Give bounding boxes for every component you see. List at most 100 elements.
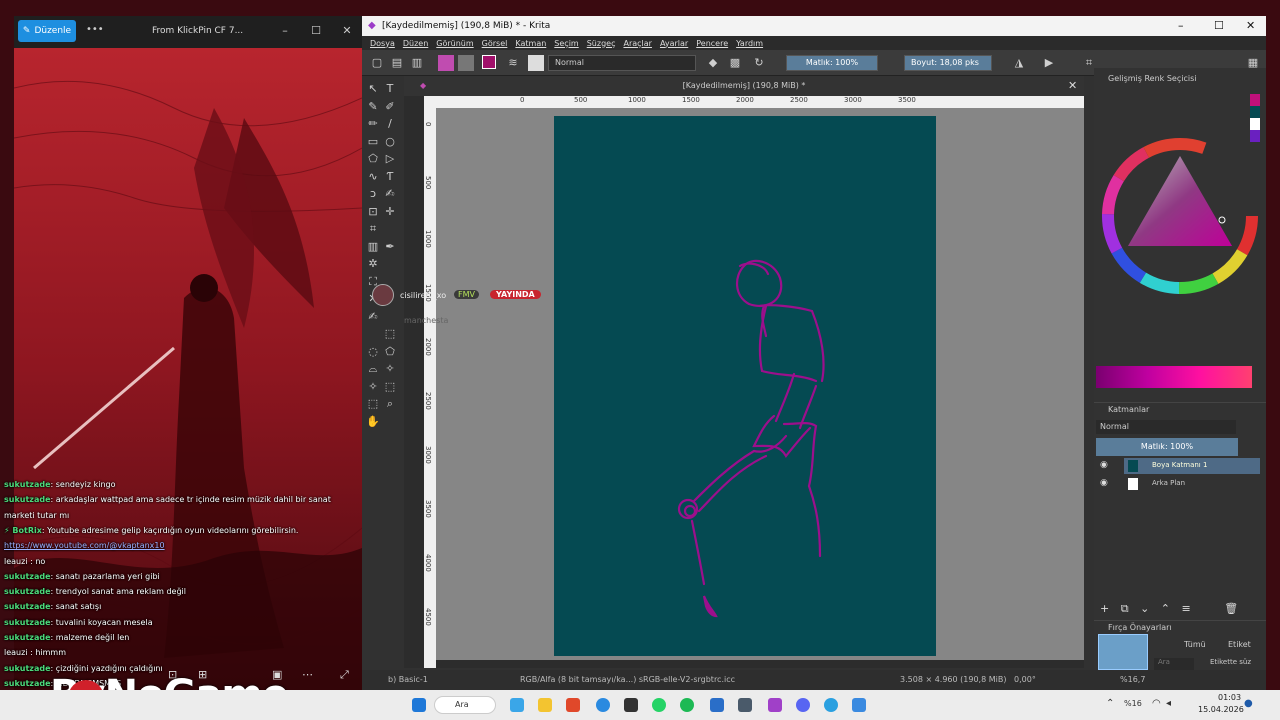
preset-filter-select[interactable]: Tümü <box>1184 640 1206 649</box>
reference-icon[interactable]: ✍ <box>366 310 380 324</box>
contiguous-select-icon[interactable]: ✧ <box>383 362 397 376</box>
zoom-icon[interactable]: ⌕ <box>383 397 397 411</box>
smart-patch-icon[interactable]: ✲ <box>366 257 380 271</box>
select-shape-icon[interactable]: ↖ <box>366 82 380 96</box>
clock-time[interactable]: 01:03 <box>1218 693 1241 702</box>
gradient-swatch[interactable] <box>438 55 454 71</box>
blend-mode-select[interactable]: Normal <box>548 55 696 71</box>
spotify-icon[interactable] <box>680 698 694 712</box>
visibility-icon[interactable]: ◉ <box>1100 478 1108 488</box>
preset-search-input[interactable]: Ara <box>1154 658 1194 670</box>
bezier-path-icon[interactable]: ∿ <box>366 170 380 184</box>
mirror-vertical-icon[interactable]: ▶ <box>1042 56 1056 70</box>
open-document-icon[interactable]: ▤ <box>390 56 404 70</box>
brush-preset-icon[interactable] <box>528 55 544 71</box>
visibility-icon[interactable]: ◉ <box>1100 460 1108 470</box>
new-document-icon[interactable]: ▢ <box>370 56 384 70</box>
rectangle-icon[interactable]: ▭ <box>366 135 380 149</box>
menu-item[interactable]: Ayarlar <box>660 39 688 48</box>
close-button[interactable]: ✕ <box>340 24 354 38</box>
menu-item[interactable]: Görsel <box>482 39 508 48</box>
explorer-icon[interactable] <box>538 698 552 712</box>
mail-icon[interactable] <box>710 698 724 712</box>
polygon-select-icon[interactable]: ⬠ <box>383 345 397 359</box>
opacity-slider[interactable]: Matlık: 100% <box>786 55 878 71</box>
alpha-lock-icon[interactable]: ▩ <box>728 56 742 70</box>
store-icon[interactable] <box>624 698 638 712</box>
search-box[interactable]: Ara <box>434 696 496 714</box>
photos-taskbar-icon[interactable] <box>852 698 866 712</box>
layer-blend-select[interactable]: Normal <box>1096 420 1236 434</box>
menu-item[interactable]: Dosya <box>370 39 395 48</box>
tray-chevron-icon[interactable]: ⌃ <box>1106 698 1114 709</box>
magnetic-select-icon[interactable]: ⬚ <box>366 397 380 411</box>
move-down-icon[interactable]: ⌄ <box>1140 602 1149 615</box>
save-icon[interactable]: ▥ <box>410 56 424 70</box>
menu-item[interactable]: Süzgeç <box>587 39 616 48</box>
rect-select-icon[interactable]: ⬚ <box>383 327 397 341</box>
pan-icon[interactable]: ✋ <box>366 415 380 429</box>
pattern-swatch[interactable] <box>458 55 474 71</box>
chrome-icon[interactable] <box>596 698 610 712</box>
wifi-icon[interactable]: ◠ <box>1152 698 1161 709</box>
maximize-button[interactable]: ☐ <box>309 24 323 38</box>
chat-link[interactable]: https://www.youtube.com/@vkaptanx10 <box>4 541 165 550</box>
move-up-icon[interactable]: ⌃ <box>1161 602 1170 615</box>
eraser-icon[interactable]: ◆ <box>706 56 720 70</box>
drawing-page[interactable] <box>554 116 936 656</box>
mirror-horizontal-icon[interactable]: ◮ <box>1012 56 1026 70</box>
menu-item[interactable]: Seçim <box>554 39 578 48</box>
duplicate-layer-icon[interactable]: ⧉ <box>1121 602 1129 615</box>
krita-minimize-button[interactable]: – <box>1178 19 1184 32</box>
start-icon[interactable] <box>412 698 426 712</box>
ellipse-icon[interactable]: ○ <box>383 135 397 149</box>
volume-icon[interactable]: ◂ <box>1166 698 1171 709</box>
polygon-icon[interactable]: ⬠ <box>366 152 380 166</box>
menu-item[interactable]: Katman <box>515 39 546 48</box>
menu-item[interactable]: Pencere <box>696 39 728 48</box>
dynamic-brush-icon[interactable]: ↄ <box>366 187 380 201</box>
layer-opacity-slider[interactable]: Matlık: 100% <box>1096 438 1238 456</box>
foreground-color[interactable] <box>482 55 496 69</box>
preset-tag-button[interactable]: Etiket <box>1228 640 1251 649</box>
widgets-icon[interactable] <box>510 698 524 712</box>
layer-row[interactable]: ◉ Arka Plan <box>1100 476 1260 492</box>
more-options-button[interactable]: ••• <box>86 24 104 35</box>
move-icon[interactable]: ✛ <box>383 205 397 219</box>
discord-icon[interactable] <box>796 698 810 712</box>
brush-size-slider[interactable]: Boyut: 18,08 pks <box>904 55 992 71</box>
delete-layer-icon[interactable]: 🗑 <box>1224 602 1238 615</box>
canvas-viewport[interactable] <box>436 108 1084 660</box>
app-icon[interactable] <box>738 698 752 712</box>
bezier-select-icon[interactable]: ⬚ <box>383 380 397 394</box>
document-close-icon[interactable]: ✕ <box>1068 76 1077 96</box>
menu-item[interactable]: Düzen <box>403 39 428 48</box>
krita-taskbar-icon[interactable] <box>768 698 782 712</box>
edit-button[interactable]: ✎ Düzenle <box>18 20 76 42</box>
menu-item[interactable]: Yardım <box>736 39 763 48</box>
brush-preset-thumbnail[interactable] <box>1098 634 1148 670</box>
layer-properties-icon[interactable]: ≡ <box>1182 602 1191 615</box>
krita-maximize-button[interactable]: ☐ <box>1214 19 1224 32</box>
similar-select-icon[interactable]: ✧ <box>366 380 380 394</box>
minimize-button[interactable]: – <box>278 24 292 38</box>
freehand-brush-icon[interactable]: ✏ <box>366 117 380 131</box>
menu-item[interactable]: Görünüm <box>436 39 473 48</box>
reload-preset-icon[interactable]: ↻ <box>752 56 766 70</box>
crop-icon[interactable]: ⌗ <box>366 222 380 236</box>
freehand-select-icon[interactable]: ⌓ <box>366 362 380 376</box>
battery-status[interactable]: %16 <box>1124 699 1142 708</box>
fullscreen-icon[interactable]: ⤢ <box>340 668 349 682</box>
krita-close-button[interactable]: ✕ <box>1246 19 1255 32</box>
color-picker-icon[interactable]: ✒ <box>383 240 397 254</box>
color-wheel[interactable] <box>1100 136 1260 296</box>
text-icon[interactable]: T <box>383 82 397 96</box>
freehand-path-icon[interactable]: Ƭ <box>383 170 397 184</box>
menu-item[interactable]: Araçlar <box>623 39 651 48</box>
calligraphy-icon[interactable]: ✐ <box>383 100 397 114</box>
browser-icon[interactable] <box>566 698 580 712</box>
document-tab[interactable]: [Kaydedilmemiş] (190,8 MiB) * ◆ ✕ <box>404 76 1084 96</box>
add-layer-icon[interactable]: + <box>1100 602 1109 615</box>
ellipse-select-icon[interactable]: ◌ <box>366 345 380 359</box>
tag-filter-checkbox[interactable]: Etikette süz <box>1210 658 1251 666</box>
